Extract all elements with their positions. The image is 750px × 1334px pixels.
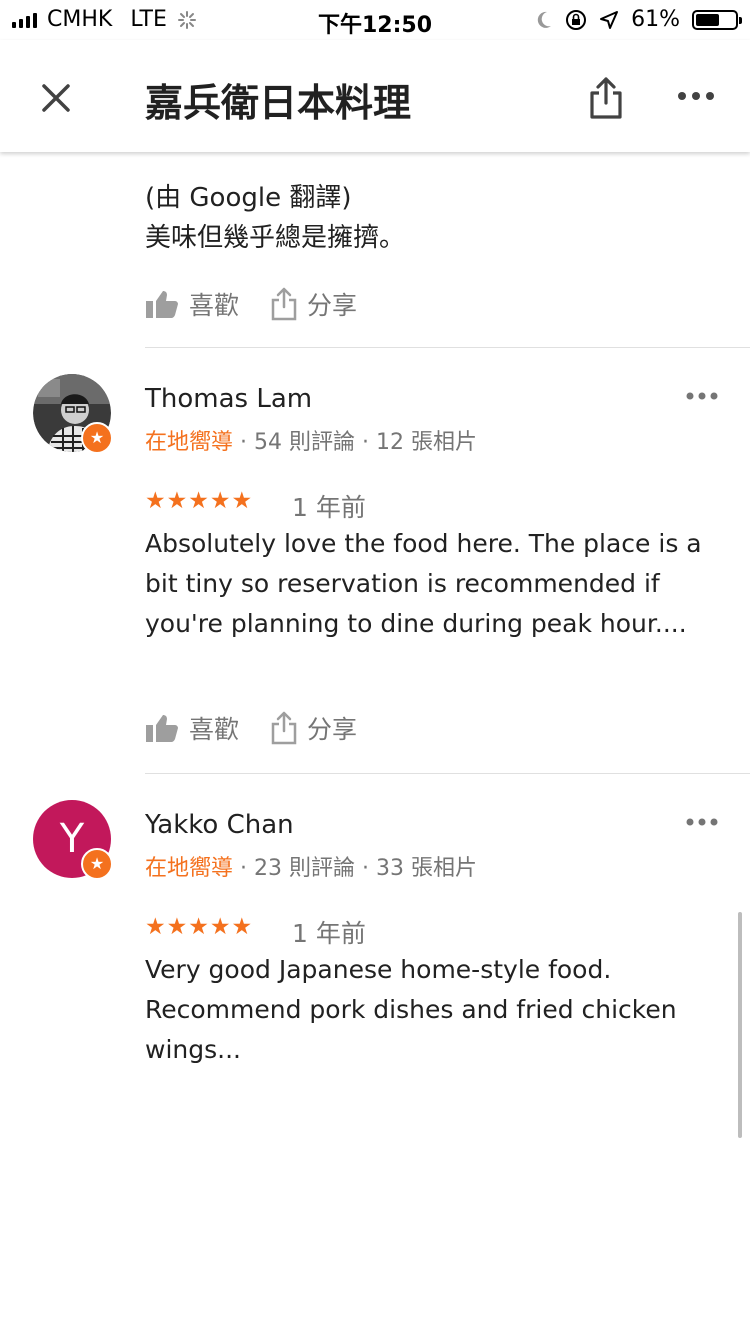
share-label: 分享 [307,291,358,320]
thumbs-up-icon [146,291,178,318]
avatar-initial: Y [59,816,85,862]
app-bar: 嘉兵衛日本料理 [0,40,750,152]
reviewer-name[interactable]: Yakko Chan [145,810,294,840]
more-horizontal-icon[interactable] [686,817,718,827]
more-horizontal-icon[interactable] [676,86,716,106]
review-count: 54 則評論 [254,430,356,455]
review-time: 1 年前 [292,919,366,948]
thumbs-up-icon [146,715,178,742]
local-guide-badge-icon: ★ [81,848,113,880]
photo-count: 33 張相片 [376,856,478,881]
scrollbar[interactable] [738,912,742,1138]
review-actions: 喜歡 分享 [145,286,357,322]
review-text: 美味但幾乎總是擁擠。 [145,223,406,253]
rotation-lock-icon [566,9,587,30]
review-count: 23 則評論 [254,856,356,881]
local-guide-label: 在地嚮導 [145,856,234,881]
previous-review: (由 Google 翻譯) 美味但幾乎總是擁擠。 喜歡 分享 [0,152,750,348]
local-guide-label: 在地嚮導 [145,430,234,455]
reviewer-meta: 在地嚮導 · 54 則評論 · 12 張相片 [145,430,478,455]
review-item: Y ★ Yakko Chan 在地嚮導 · 23 則評論 · 33 張相片 ★★… [0,774,750,1094]
location-arrow-icon [600,10,619,29]
photo-count: 12 張相片 [376,430,478,455]
share-icon [271,287,297,321]
star-rating: ★★★★★ [145,914,254,940]
like-button[interactable]: 喜歡 [145,710,239,746]
review-text[interactable]: Absolutely love the food here. The place… [145,524,725,644]
more-horizontal-icon[interactable] [686,391,718,401]
like-label: 喜歡 [189,291,240,320]
battery-icon [692,9,742,30]
review-text[interactable]: Very good Japanese home-style food. Reco… [145,950,725,1070]
local-guide-badge-icon: ★ [81,422,113,454]
like-button[interactable]: 喜歡 [145,286,239,322]
status-bar: CMHK LTE 下午12:50 61% [0,0,750,40]
share-label: 分享 [307,715,358,744]
reviewer-meta: 在地嚮導 · 23 則評論 · 33 張相片 [145,856,478,881]
share-icon[interactable] [586,76,626,120]
share-review-button[interactable]: 分享 [271,286,357,322]
moon-icon [537,11,552,28]
star-rating: ★★★★★ [145,488,254,514]
like-label: 喜歡 [189,715,240,744]
review-actions: 喜歡 分享 [145,710,357,746]
review-time: 1 年前 [292,493,366,522]
translated-label: (由 Google 翻譯) [145,183,352,213]
battery-percent: 61% [631,7,680,32]
close-icon[interactable] [36,78,76,118]
reviewer-name[interactable]: Thomas Lam [145,384,312,414]
review-item: ★ Thomas Lam 在地嚮導 · 54 則評論 · 12 張相片 ★★★★… [0,348,750,774]
page-title: 嘉兵衛日本料理 [145,81,412,125]
share-icon [271,711,297,745]
share-review-button[interactable]: 分享 [271,710,357,746]
